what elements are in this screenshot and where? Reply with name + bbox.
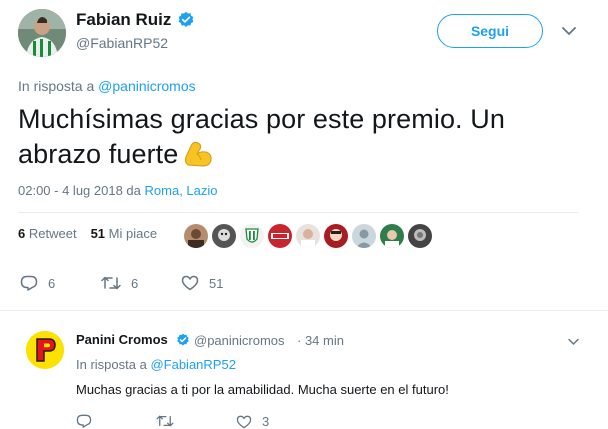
- liker-avatar[interactable]: [352, 224, 376, 248]
- like-action[interactable]: 51: [181, 275, 223, 291]
- divider: [18, 212, 578, 213]
- reply-handle[interactable]: @paninicromos: [194, 333, 285, 348]
- reply-icon: [76, 414, 92, 428]
- verified-badge-icon: [177, 333, 189, 346]
- reply-action[interactable]: 6: [20, 275, 55, 291]
- liker-avatar[interactable]: [240, 224, 264, 248]
- retweet-icon: [101, 276, 121, 290]
- place-link[interactable]: Roma, Lazio: [145, 183, 218, 198]
- tweet-meta: 02:00 - 4 lug 2018 da Roma, Lazio: [18, 183, 218, 198]
- heart-icon: [236, 415, 252, 428]
- liker-avatar[interactable]: [380, 224, 404, 248]
- divider: [0, 310, 608, 311]
- avatar[interactable]: [26, 331, 64, 369]
- heart-icon: [181, 275, 199, 291]
- like-count: 51: [209, 275, 224, 291]
- reply-context: In risposta a @FabianRP52: [76, 357, 236, 372]
- likes-stat[interactable]: 51 Mi piace: [91, 226, 158, 241]
- verified-badge-icon: [178, 11, 194, 28]
- reply-prefix: In risposta a: [76, 357, 147, 372]
- chevron-down-icon[interactable]: [568, 338, 579, 346]
- reply-mention-link[interactable]: @paninicromos: [98, 78, 195, 94]
- retweet-icon: [156, 415, 174, 427]
- reply-text: Muchas gracias a ti por la amabilidad. M…: [76, 382, 449, 397]
- tweet-text-content: Muchísimas gracias por este premio. Un a…: [18, 104, 505, 169]
- reply-prefix: In risposta a: [18, 78, 95, 94]
- tweet-stats: 6 Retweet 51 Mi piace: [18, 226, 157, 241]
- like-count: 3: [262, 414, 270, 429]
- handle[interactable]: @FabianRP52: [76, 35, 168, 51]
- like-action[interactable]: 3: [236, 414, 269, 429]
- liker-avatar[interactable]: [296, 224, 320, 248]
- follow-button[interactable]: Segui: [437, 14, 543, 48]
- tweet-text: Muchísimas gracias por este premio. Un a…: [18, 102, 578, 172]
- main-tweet: Fabian Ruiz @FabianRP52 Segui In rispost…: [0, 0, 608, 310]
- flexed-biceps-emoji-icon: [185, 141, 213, 167]
- liker-avatar[interactable]: [184, 224, 208, 248]
- reply-tweet[interactable]: Panini Cromos @paninicromos · 34 min In …: [0, 318, 608, 429]
- retweet-stat[interactable]: 6 Retweet: [18, 226, 77, 241]
- reply-display-name[interactable]: Panini Cromos: [76, 332, 168, 347]
- retweet-action[interactable]: 6: [101, 275, 138, 291]
- timestamp[interactable]: 02:00 - 4 lug 2018 da: [18, 183, 141, 198]
- liker-avatar[interactable]: [324, 224, 348, 248]
- liker-avatar[interactable]: [212, 224, 236, 248]
- retweet-count: 6: [131, 275, 139, 291]
- display-name[interactable]: Fabian Ruiz: [76, 10, 171, 30]
- liker-avatar[interactable]: [408, 224, 432, 248]
- likers-avatars: [184, 224, 432, 248]
- reply-time[interactable]: · 34 min: [297, 333, 344, 348]
- reply-action[interactable]: [76, 414, 102, 428]
- retweet-action[interactable]: [156, 414, 184, 428]
- reply-mention-link[interactable]: @FabianRP52: [150, 357, 235, 372]
- liker-avatar[interactable]: [268, 224, 292, 248]
- reply-icon: [20, 275, 38, 291]
- reply-context: In risposta a @paninicromos: [18, 78, 196, 94]
- avatar[interactable]: [18, 9, 66, 57]
- reply-count: 6: [48, 275, 56, 291]
- chevron-down-icon[interactable]: [562, 26, 576, 36]
